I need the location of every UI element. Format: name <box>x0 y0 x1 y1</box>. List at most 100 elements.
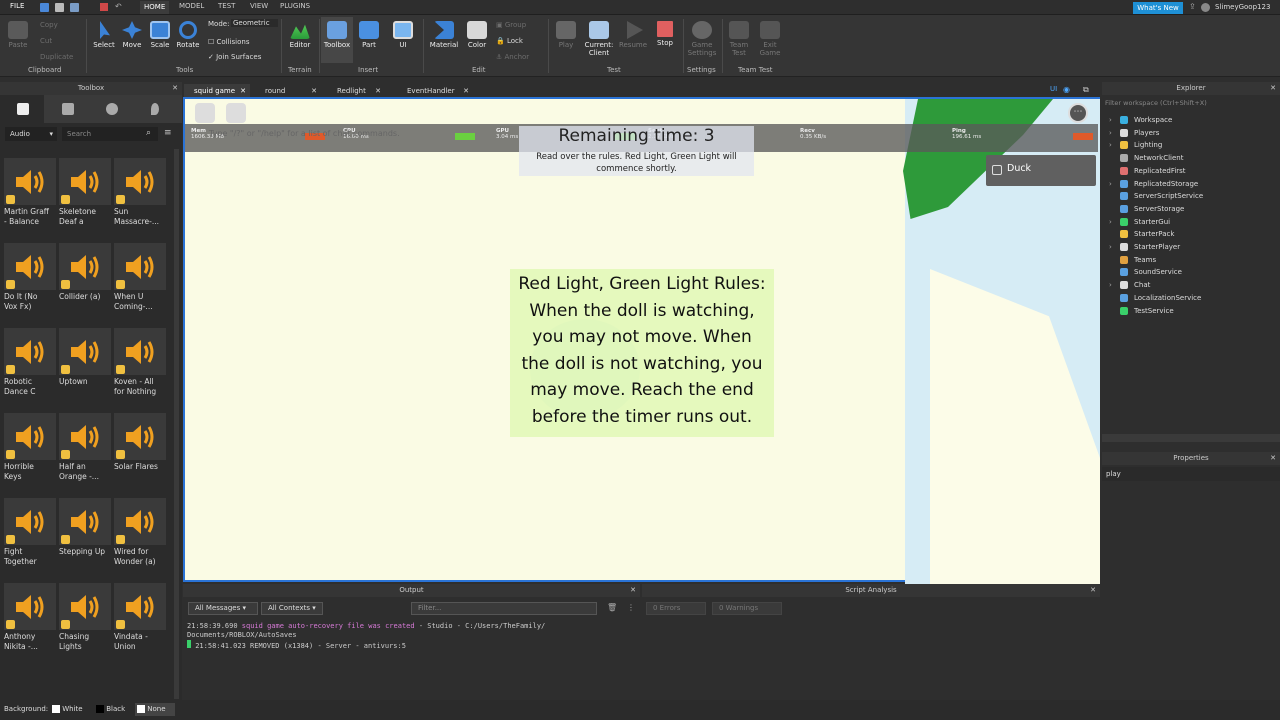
explorer-item[interactable]: ServerStorage <box>1102 203 1280 215</box>
explorer-filter-input[interactable]: Filter workspace (Ctrl+Shift+X) <box>1105 97 1277 109</box>
explorer-item[interactable]: ServerScriptService <box>1102 190 1280 202</box>
stop-button[interactable]: Stop <box>652 21 678 47</box>
avatar[interactable] <box>1201 3 1210 12</box>
select-button[interactable]: Select <box>91 21 117 49</box>
toolbox-item[interactable]: When U Coming-... <box>114 243 166 323</box>
toolbox-item[interactable]: Uptown <box>59 328 111 408</box>
toolbox-item[interactable]: Fight Together <box>4 498 56 578</box>
explorer-item[interactable]: NetworkClient <box>1102 152 1280 164</box>
toolbox-item[interactable]: Wired for Wonder (a) <box>114 498 166 578</box>
toolbox-item[interactable]: Skeletone Deaf a <box>59 158 111 238</box>
mode-select[interactable]: Geometric <box>231 19 278 27</box>
tab-model[interactable]: MODEL <box>179 2 204 10</box>
chat-icon[interactable] <box>226 103 246 123</box>
toolbox-search-input[interactable]: Search <box>62 127 158 141</box>
toolbox-item[interactable]: Stepping Up <box>59 498 111 578</box>
folder-icon[interactable] <box>55 3 64 12</box>
collisions-checkbox[interactable]: ☐ Collisions <box>208 38 249 46</box>
chevron-right-icon[interactable]: › <box>1109 216 1112 228</box>
all-messages-select[interactable]: All Messages ▾ <box>188 602 258 615</box>
explorer-item[interactable]: ReplicatedFirst <box>1102 165 1280 177</box>
ui-toggle[interactable]: UI <box>1050 85 1057 93</box>
toolbox-item[interactable]: Vindata - Union <box>114 583 166 663</box>
close-icon[interactable]: ✕ <box>1090 584 1096 597</box>
category-select[interactable]: Audio ▾ <box>5 127 57 141</box>
team-test-button[interactable]: Team Test <box>726 21 752 57</box>
tab-test[interactable]: TEST <box>218 2 235 10</box>
exit-game-button[interactable]: Exit Game <box>757 21 783 57</box>
toolbox-item[interactable]: Anthony Nikita -... <box>4 583 56 663</box>
toolbox-item[interactable]: Martin Graff - Balance <box>4 158 56 238</box>
grid-icon[interactable] <box>62 103 74 115</box>
explorer-item[interactable]: SoundService <box>1102 266 1280 278</box>
ui-button[interactable]: UI <box>390 21 416 49</box>
filter-icon[interactable]: ≡ <box>164 128 172 138</box>
rotate-button[interactable]: Rotate <box>175 21 201 49</box>
whats-new-button[interactable]: What's New <box>1133 2 1183 14</box>
chevron-right-icon[interactable]: › <box>1109 178 1112 190</box>
group-button[interactable]: ▣ Group <box>496 21 526 29</box>
part-button[interactable]: Part <box>356 21 382 49</box>
toolbox-item[interactable]: Horrible Keys <box>4 413 56 493</box>
stop-icon[interactable] <box>100 3 108 11</box>
explorer-item[interactable]: TestService <box>1102 305 1280 317</box>
chevron-right-icon[interactable]: › <box>1109 279 1112 291</box>
player-list[interactable]: Duck <box>986 155 1096 186</box>
scrollbar[interactable] <box>1102 434 1280 442</box>
toolbox-item[interactable]: Do It (No Vox Fx) <box>4 243 56 323</box>
toolbox-item[interactable]: Robotic Dance C <box>4 328 56 408</box>
undo-icon[interactable]: ↶ <box>115 2 122 11</box>
errors-filter[interactable]: 0 Errors <box>646 602 706 615</box>
output-filter-input[interactable]: Filter... <box>411 602 597 615</box>
tab-redlight[interactable]: Redlight ✕ <box>327 84 385 98</box>
toolbox-item[interactable]: Solar Flares <box>114 413 166 493</box>
game-viewport[interactable]: Mem1606.33 MBCPU16.00 msGPU3.04 msSent2.… <box>183 97 1100 584</box>
more-icon[interactable]: ⋯ <box>1068 103 1088 123</box>
share-icon[interactable]: ⇪ <box>1189 2 1196 11</box>
close-icon[interactable]: ✕ <box>172 82 178 95</box>
explorer-item[interactable]: › StarterPlayer <box>1102 241 1280 253</box>
new-file-icon[interactable] <box>40 3 49 12</box>
save-icon[interactable] <box>70 3 79 12</box>
tab-round[interactable]: round ✕ <box>255 84 321 98</box>
scrollbar[interactable] <box>174 149 179 699</box>
tab-squid-game[interactable]: squid game ✕ <box>184 84 250 98</box>
toolbox-button[interactable]: Toolbox <box>321 17 353 63</box>
warnings-filter[interactable]: 0 Warnings <box>712 602 782 615</box>
paste-button[interactable]: Paste <box>5 21 31 49</box>
background-black-option[interactable]: Black <box>96 703 134 716</box>
chevron-right-icon[interactable]: › <box>1109 241 1112 253</box>
lock-button[interactable]: 🔒 Lock <box>496 37 523 45</box>
explorer-item[interactable]: LocalizationService <box>1102 292 1280 304</box>
join-surfaces-checkbox[interactable]: ✓ Join Surfaces <box>208 53 261 61</box>
explorer-item[interactable]: › Players <box>1102 127 1280 139</box>
properties-filter-input[interactable]: play <box>1102 467 1280 481</box>
toolbox-item[interactable]: Sun Massacre-... <box>114 158 166 238</box>
chevron-right-icon[interactable]: › <box>1109 139 1112 151</box>
current-client-button[interactable]: Current: Client <box>584 21 614 57</box>
explorer-item[interactable]: › StarterGui <box>1102 216 1280 228</box>
explorer-item[interactable]: StarterPack <box>1102 228 1280 240</box>
move-button[interactable]: Move <box>119 21 145 49</box>
game-settings-button[interactable]: Game Settings <box>687 21 717 57</box>
roblox-menu-icon[interactable] <box>195 103 215 123</box>
cut-button[interactable]: Cut <box>40 37 52 45</box>
background-none-option[interactable]: None <box>135 703 175 716</box>
explorer-item[interactable]: › ReplicatedStorage <box>1102 178 1280 190</box>
tab-view[interactable]: VIEW <box>250 2 268 10</box>
all-contexts-select[interactable]: All Contexts ▾ <box>261 602 323 615</box>
explorer-item[interactable]: › Workspace <box>1102 114 1280 126</box>
explorer-item[interactable]: › Lighting <box>1102 139 1280 151</box>
chevron-right-icon[interactable]: › <box>1109 127 1112 139</box>
tab-eventhandler[interactable]: EventHandler ✕ <box>397 84 473 98</box>
toolbox-item[interactable]: Chasing Lights <box>59 583 111 663</box>
scale-button[interactable]: Scale <box>147 21 173 49</box>
chevron-right-icon[interactable]: › <box>1109 114 1112 126</box>
toolbox-item[interactable]: Collider (a) <box>59 243 111 323</box>
background-white-option[interactable]: White <box>52 703 90 716</box>
search-icon[interactable]: ⌕ <box>146 128 151 138</box>
close-icon[interactable]: ✕ <box>630 584 636 597</box>
color-button[interactable]: Color <box>464 21 490 49</box>
terrain-editor-button[interactable]: Editor <box>286 21 314 49</box>
anchor-button[interactable]: ⚓ Anchor <box>496 53 529 61</box>
